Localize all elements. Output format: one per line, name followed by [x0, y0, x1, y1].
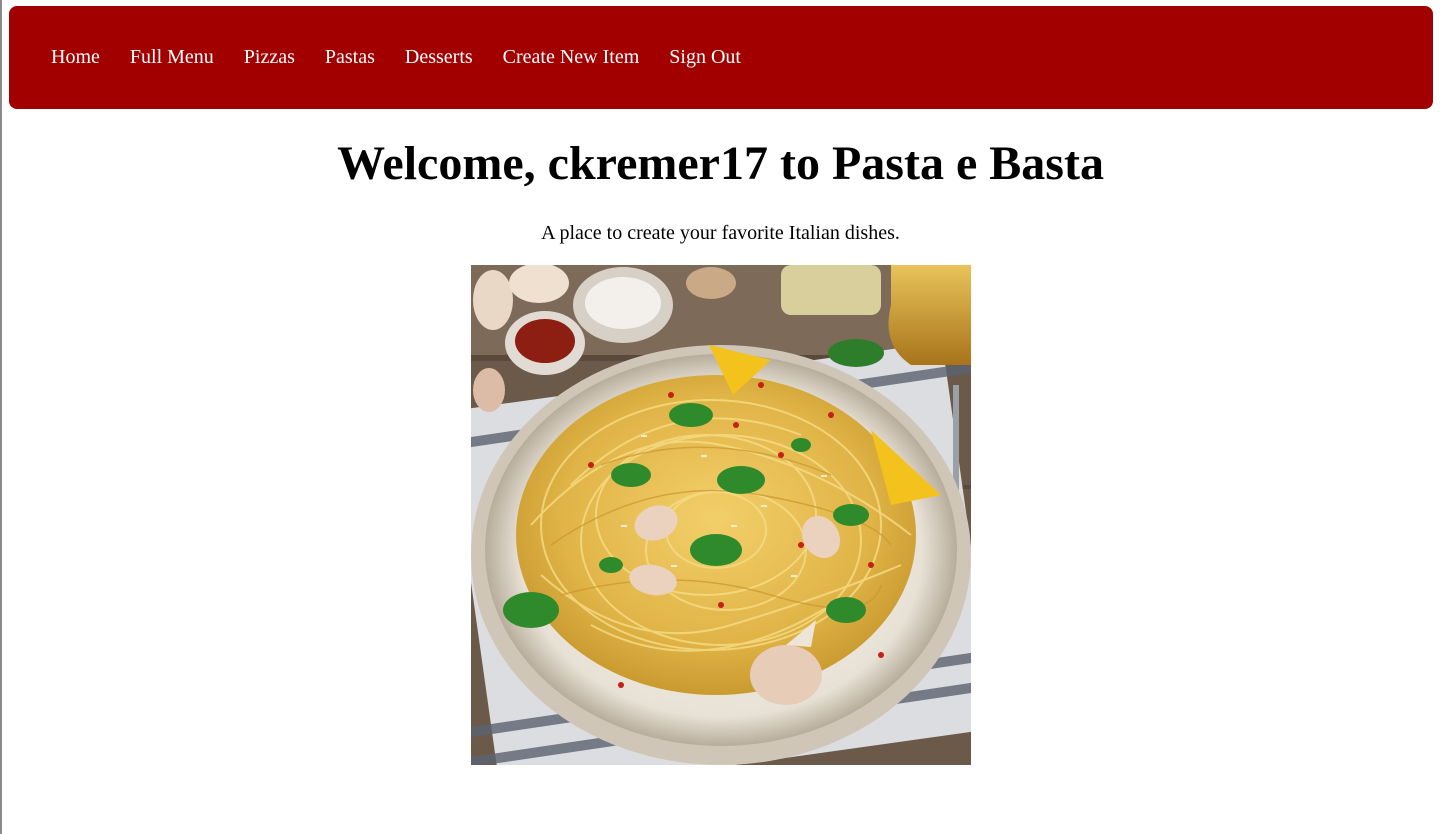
- page-tagline: A place to create your favorite Italian …: [541, 222, 900, 244]
- nav-link-pizzas[interactable]: Pizzas: [244, 46, 295, 69]
- page-title: Welcome, ckremer17 to Pasta e Basta: [337, 137, 1104, 190]
- navbar: Home Full Menu Pizzas Pastas Desserts Cr…: [9, 6, 1433, 109]
- nav-link-sign-out[interactable]: Sign Out: [669, 46, 741, 69]
- nav-link-full-menu[interactable]: Full Menu: [130, 46, 214, 69]
- nav-link-home[interactable]: Home: [51, 46, 100, 69]
- nav-link-pastas[interactable]: Pastas: [325, 46, 375, 69]
- nav-link-create-new-item[interactable]: Create New Item: [503, 46, 640, 69]
- nav-link-desserts[interactable]: Desserts: [405, 46, 473, 69]
- window-left-border: [0, 0, 2, 834]
- spaghetti-plate-photo: [471, 265, 971, 765]
- hero-image: [471, 265, 971, 765]
